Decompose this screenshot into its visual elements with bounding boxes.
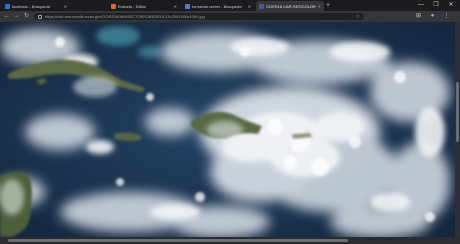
browser-toolbar: ← → ↻ ☆ ⊞ ● ⋮ <box>0 11 460 22</box>
extensions-icon[interactable]: ⊞ <box>414 11 423 22</box>
tab-goes-image[interactable]: GOES16 CAR GEOCOLOR 1000x ✕ <box>256 1 324 11</box>
facebook-favicon-icon <box>5 3 10 9</box>
close-window-icon[interactable]: ✕ <box>444 0 458 10</box>
vertical-scroll-thumb[interactable] <box>456 82 459 142</box>
tab-title: facebook - Búsqueda <box>12 3 50 9</box>
menu-icon[interactable]: ⋮ <box>442 11 451 22</box>
horizontal-scroll-thumb[interactable] <box>8 239 348 242</box>
reload-icon[interactable]: ↻ <box>22 11 31 22</box>
tab-facebook[interactable]: facebook - Búsqueda ✕ <box>2 1 70 11</box>
horizontal-scrollbar[interactable] <box>0 237 460 244</box>
search-favicon-icon <box>185 3 190 9</box>
browser-window: facebook - Búsqueda ✕ Entrada - Editar ✕… <box>0 0 460 244</box>
tab-title: Entrada - Editar <box>118 3 147 9</box>
maximize-icon[interactable]: ❐ <box>429 0 443 10</box>
goes-geocolor-image <box>0 22 460 237</box>
close-tab-icon[interactable]: ✕ <box>318 4 321 9</box>
noaa-favicon-icon <box>259 3 264 9</box>
back-icon[interactable]: ← <box>2 11 11 22</box>
tab-strip: facebook - Búsqueda ✕ Entrada - Editar ✕… <box>0 0 460 11</box>
forward-icon[interactable]: → <box>12 11 21 22</box>
close-tab-icon[interactable]: ✕ <box>64 4 67 9</box>
profile-avatar-icon[interactable]: ● <box>428 11 437 22</box>
site-info-icon[interactable] <box>38 14 42 19</box>
tab-storm-search[interactable]: tormenta center - Búsqueda ✕ <box>182 1 254 11</box>
url-input[interactable] <box>45 13 353 20</box>
address-bar[interactable]: ☆ <box>34 13 364 20</box>
close-tab-icon[interactable]: ✕ <box>174 4 177 9</box>
bookmark-star-icon[interactable]: ☆ <box>356 14 360 20</box>
vertical-scrollbar[interactable] <box>455 22 460 237</box>
tab-editor[interactable]: Entrada - Editar ✕ <box>108 1 180 11</box>
satellite-image <box>0 22 460 237</box>
minimize-icon[interactable]: — <box>414 0 428 10</box>
new-tab-icon[interactable]: + <box>326 1 330 10</box>
blogger-favicon-icon <box>111 3 116 9</box>
close-tab-icon[interactable]: ✕ <box>248 4 251 9</box>
tab-title: tormenta center - Búsqueda <box>192 3 242 9</box>
tab-title: GOES16 CAR GEOCOLOR 1000x <box>266 3 316 9</box>
